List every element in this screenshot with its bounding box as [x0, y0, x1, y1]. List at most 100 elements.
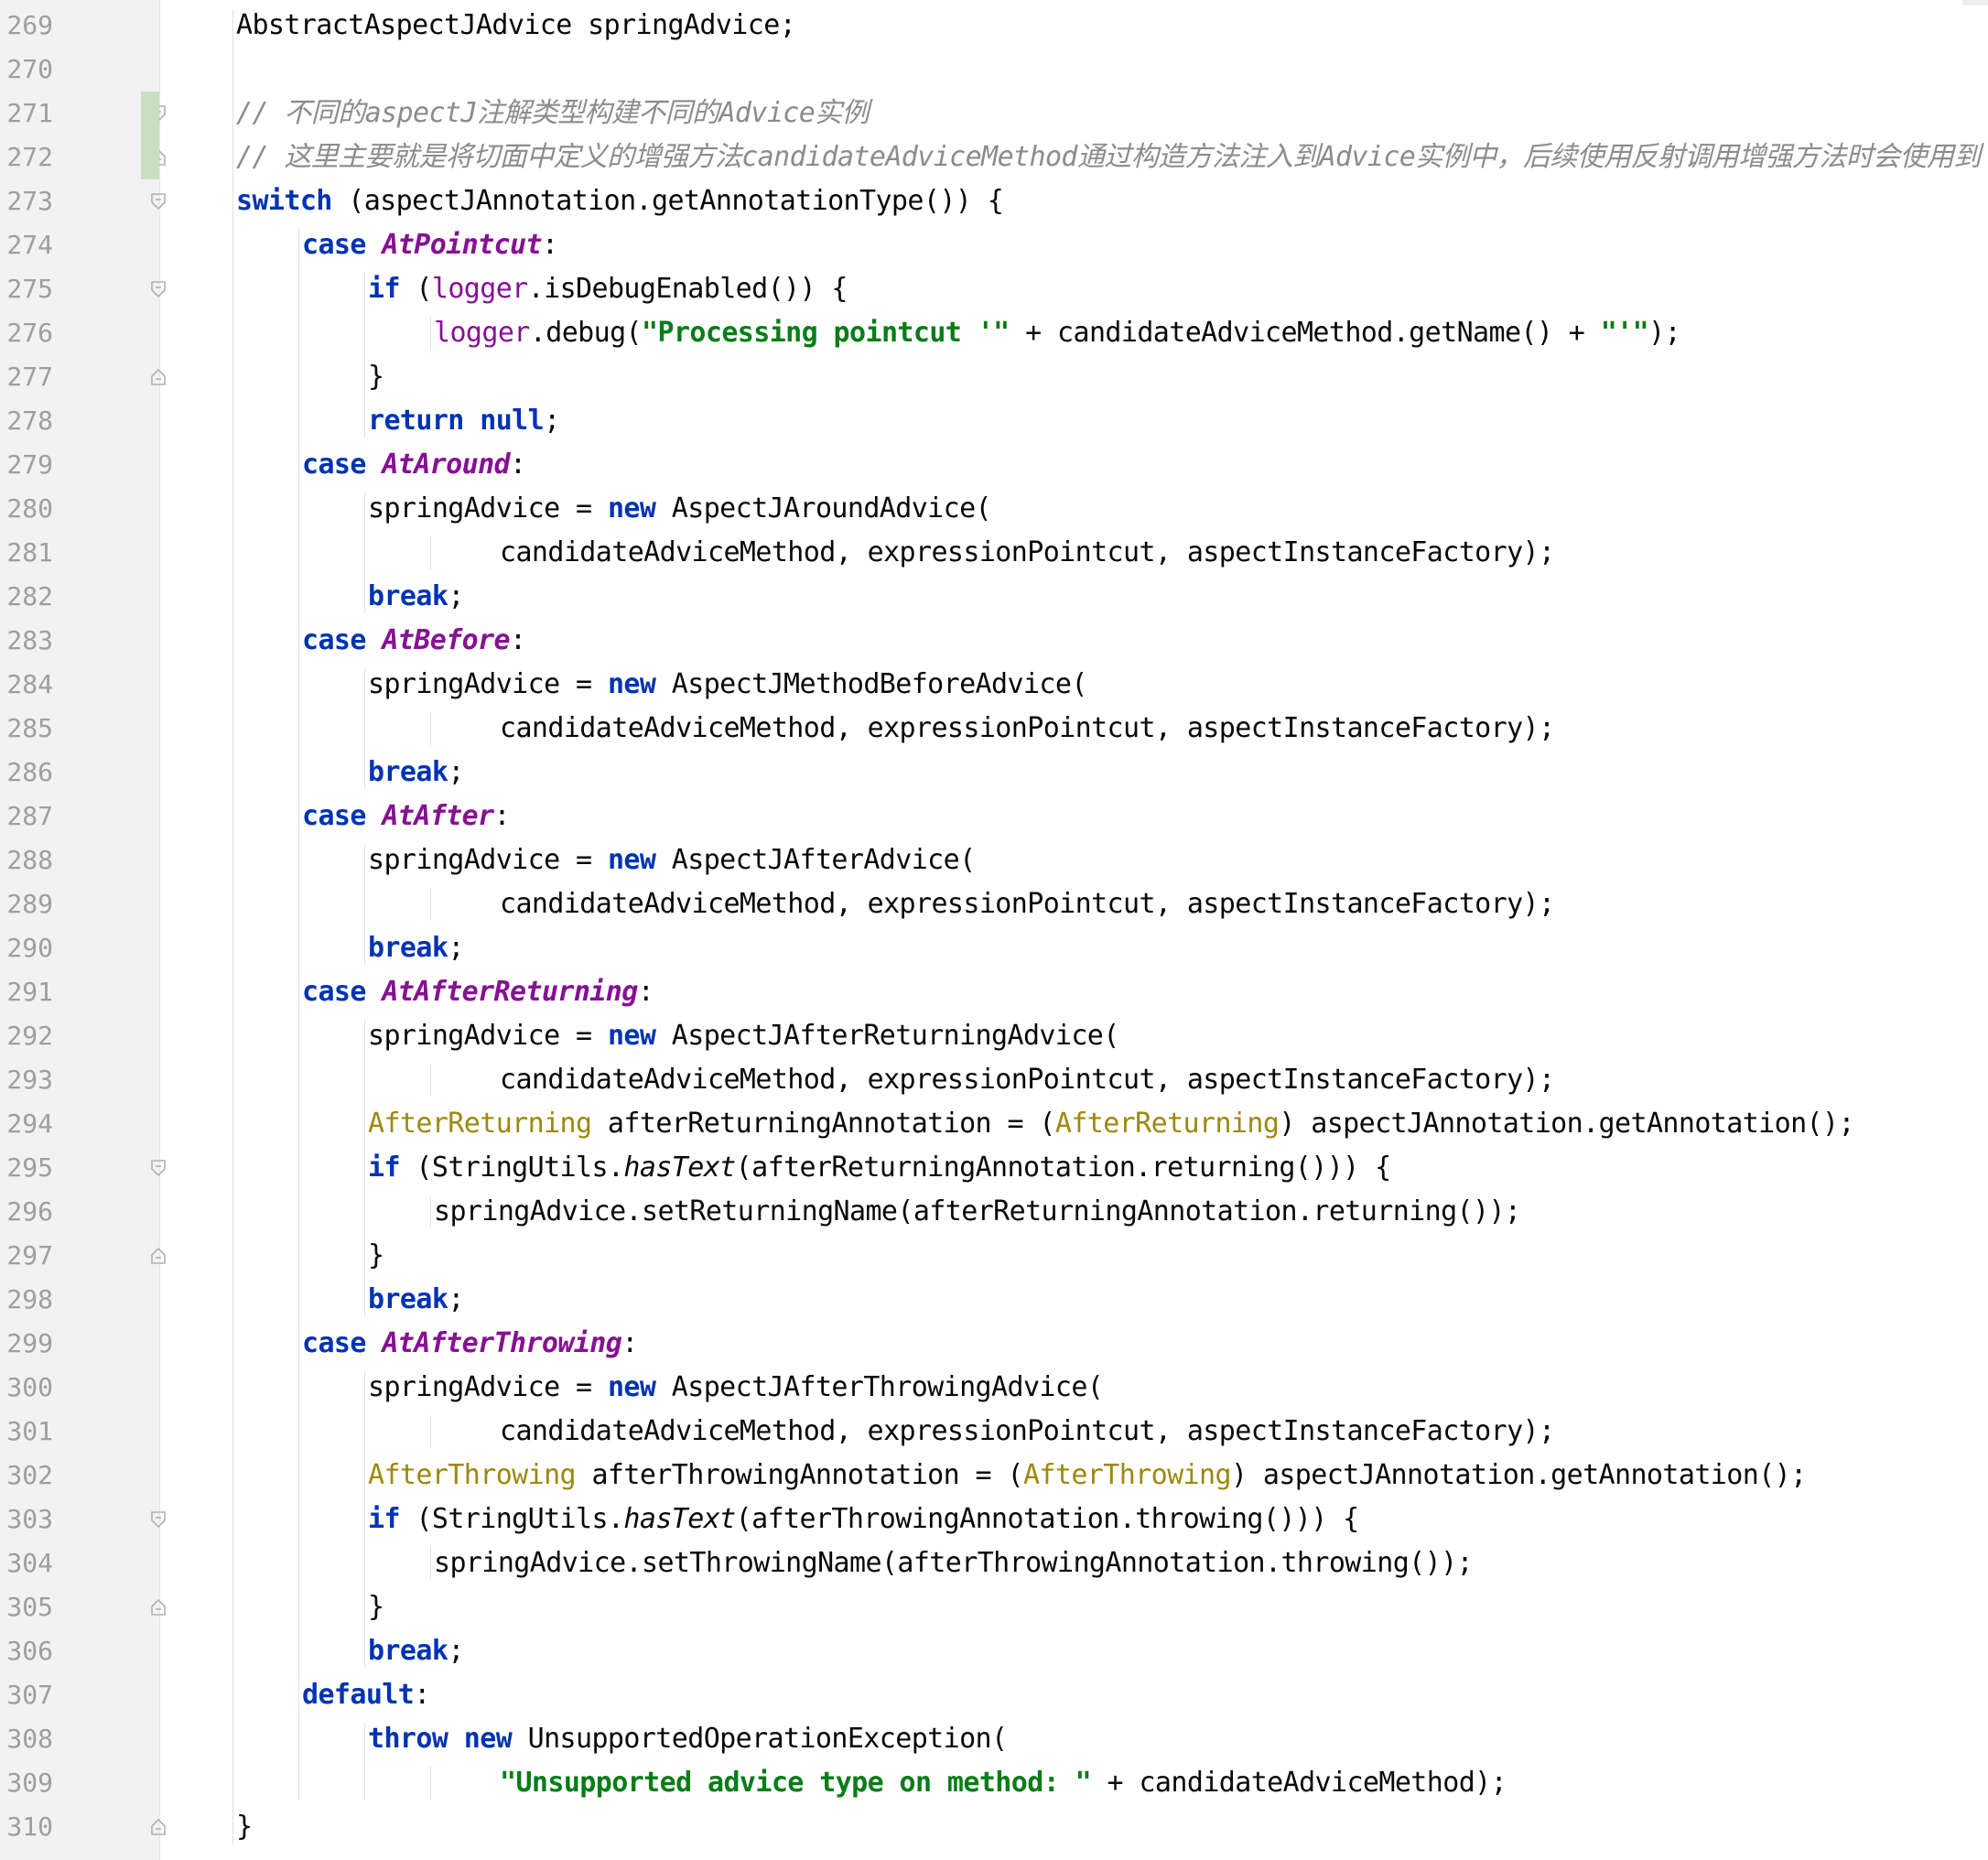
code-text[interactable]: break; [368, 1278, 464, 1322]
code-text[interactable]: default: [302, 1673, 430, 1717]
code-text[interactable]: } [368, 1585, 384, 1629]
line-number[interactable]: 309 [0, 1761, 53, 1805]
line-number[interactable]: 290 [0, 926, 53, 970]
line-number[interactable]: 272 [0, 135, 53, 179]
code-text[interactable]: candidateAdviceMethod, expressionPointcu… [500, 1410, 1555, 1454]
code-text[interactable]: case AtBefore: [302, 619, 526, 663]
fold-end-icon[interactable] [150, 1247, 167, 1265]
line-number[interactable]: 287 [0, 795, 53, 838]
code-line[interactable]: 269 AbstractAspectJAdvice springAdvice; [0, 4, 1988, 48]
code-text[interactable]: break; [368, 1629, 464, 1673]
line-number[interactable]: 288 [0, 838, 53, 882]
code-text[interactable]: break; [368, 751, 464, 795]
code-text[interactable]: candidateAdviceMethod, expressionPointcu… [500, 1058, 1555, 1102]
line-number[interactable]: 275 [0, 267, 53, 311]
code-text[interactable]: case AtAround: [302, 443, 526, 487]
line-number[interactable]: 277 [0, 355, 53, 399]
line-number[interactable]: 294 [0, 1102, 53, 1146]
line-number[interactable]: 306 [0, 1629, 53, 1673]
code-text[interactable]: } [368, 355, 384, 399]
code-text[interactable]: springAdvice = new AspectJAroundAdvice( [368, 487, 992, 531]
code-text[interactable]: throw new UnsupportedOperationException( [368, 1717, 1008, 1761]
code-text[interactable]: // 不同的aspectJ注解类型构建不同的Advice实例 [236, 92, 870, 135]
code-text[interactable]: } [236, 1805, 253, 1849]
code-text[interactable]: break; [368, 926, 464, 970]
line-number[interactable]: 282 [0, 575, 53, 619]
code-text[interactable]: AfterReturning afterReturningAnnotation … [368, 1102, 1855, 1146]
fold-collapse-icon[interactable] [150, 280, 167, 298]
fold-collapse-icon[interactable] [150, 192, 167, 211]
code-text[interactable]: springAdvice.setReturningName(afterRetur… [434, 1190, 1521, 1234]
line-number[interactable]: 297 [0, 1234, 53, 1278]
line-number[interactable]: 303 [0, 1498, 53, 1541]
line-number[interactable]: 310 [0, 1805, 53, 1849]
code-text[interactable]: logger.debug("Processing pointcut '" + c… [434, 311, 1681, 355]
line-number[interactable]: 284 [0, 663, 53, 707]
code-text[interactable]: if (StringUtils.hasText(afterThrowingAnn… [368, 1498, 1359, 1541]
fold-end-icon[interactable] [150, 1598, 167, 1617]
vcs-change-marker[interactable] [141, 92, 159, 179]
code-text[interactable]: case AtPointcut: [302, 223, 558, 267]
code-text[interactable]: "Unsupported advice type on method: " + … [500, 1761, 1507, 1805]
line-number[interactable]: 279 [0, 443, 53, 487]
line-number[interactable]: 283 [0, 619, 53, 663]
code-text[interactable]: candidateAdviceMethod, expressionPointcu… [500, 531, 1555, 575]
code-text[interactable]: springAdvice = new AspectJAfterReturning… [368, 1014, 1119, 1058]
code-line[interactable]: 270 [0, 48, 1988, 92]
line-number[interactable]: 299 [0, 1322, 53, 1366]
line-number[interactable]: 304 [0, 1541, 53, 1585]
line-number[interactable]: 286 [0, 751, 53, 795]
code-token: new [607, 1371, 656, 1403]
code-text[interactable]: if (logger.isDebugEnabled()) { [368, 267, 848, 311]
code-text[interactable]: springAdvice = new AspectJAfterThrowingA… [368, 1366, 1104, 1410]
code-line[interactable]: 272 // 这里主要就是将切面中定义的增强方法candidateAdviceMe… [0, 135, 1988, 179]
line-number[interactable]: 281 [0, 531, 53, 575]
code-text[interactable]: candidateAdviceMethod, expressionPointcu… [500, 707, 1555, 751]
code-text[interactable]: // 这里主要就是将切面中定义的增强方法candidateAdviceMetho… [236, 135, 1981, 179]
line-number[interactable]: 271 [0, 92, 53, 135]
line-number[interactable]: 270 [0, 48, 53, 92]
code-text[interactable]: springAdvice = new AspectJAfterAdvice( [368, 838, 976, 882]
line-number[interactable]: 280 [0, 487, 53, 531]
line-number[interactable]: 301 [0, 1410, 53, 1454]
code-text[interactable]: case AtAfter: [302, 795, 511, 838]
line-number[interactable]: 285 [0, 707, 53, 751]
code-text[interactable]: if (StringUtils.hasText(afterReturningAn… [368, 1146, 1391, 1190]
line-number[interactable]: 273 [0, 179, 53, 223]
line-number[interactable]: 291 [0, 970, 53, 1014]
line-number[interactable]: 276 [0, 311, 53, 355]
line-number[interactable]: 305 [0, 1585, 53, 1629]
code-text[interactable]: return null; [368, 399, 560, 443]
code-text[interactable]: springAdvice = new AspectJMethodBeforeAd… [368, 663, 1087, 707]
line-number[interactable]: 295 [0, 1146, 53, 1190]
line-number[interactable]: 307 [0, 1673, 53, 1717]
fold-end-icon[interactable] [150, 1818, 167, 1836]
code-text[interactable]: candidateAdviceMethod, expressionPointcu… [500, 882, 1555, 926]
code-line[interactable]: 273 switch (aspectJAnnotation.getAnnotati… [0, 179, 1988, 223]
code-text[interactable]: AfterThrowing afterThrowingAnnotation = … [368, 1454, 1807, 1498]
code-text[interactable]: springAdvice.setThrowingName(afterThrowi… [434, 1541, 1474, 1585]
line-number[interactable]: 298 [0, 1278, 53, 1322]
line-number[interactable]: 278 [0, 399, 53, 443]
fold-collapse-icon[interactable] [150, 1159, 167, 1177]
line-number[interactable]: 292 [0, 1014, 53, 1058]
line-number[interactable]: 300 [0, 1366, 53, 1410]
code-text[interactable]: } [368, 1234, 384, 1278]
code-line[interactable]: 271 // 不同的aspectJ注解类型构建不同的Advice实例 [0, 92, 1988, 135]
line-number[interactable]: 289 [0, 882, 53, 926]
code-text[interactable]: case AtAfterThrowing: [302, 1322, 638, 1366]
code-line[interactable]: 310} [0, 1805, 1988, 1849]
line-number[interactable]: 293 [0, 1058, 53, 1102]
line-number[interactable]: 269 [0, 4, 53, 48]
fold-collapse-icon[interactable] [150, 1510, 167, 1529]
line-number[interactable]: 274 [0, 223, 53, 267]
code-text[interactable]: case AtAfterReturning: [302, 970, 654, 1014]
line-number[interactable]: 308 [0, 1717, 53, 1761]
code-text[interactable]: AbstractAspectJAdvice springAdvice; [236, 4, 796, 48]
code-text[interactable]: switch (aspectJAnnotation.getAnnotationT… [236, 179, 1004, 223]
fold-end-icon[interactable] [150, 368, 167, 386]
code-editor[interactable]: 269 AbstractAspectJAdvice springAdvice; 27… [0, 0, 1988, 1860]
code-text[interactable]: break; [368, 575, 464, 619]
line-number[interactable]: 302 [0, 1454, 53, 1498]
line-number[interactable]: 296 [0, 1190, 53, 1234]
